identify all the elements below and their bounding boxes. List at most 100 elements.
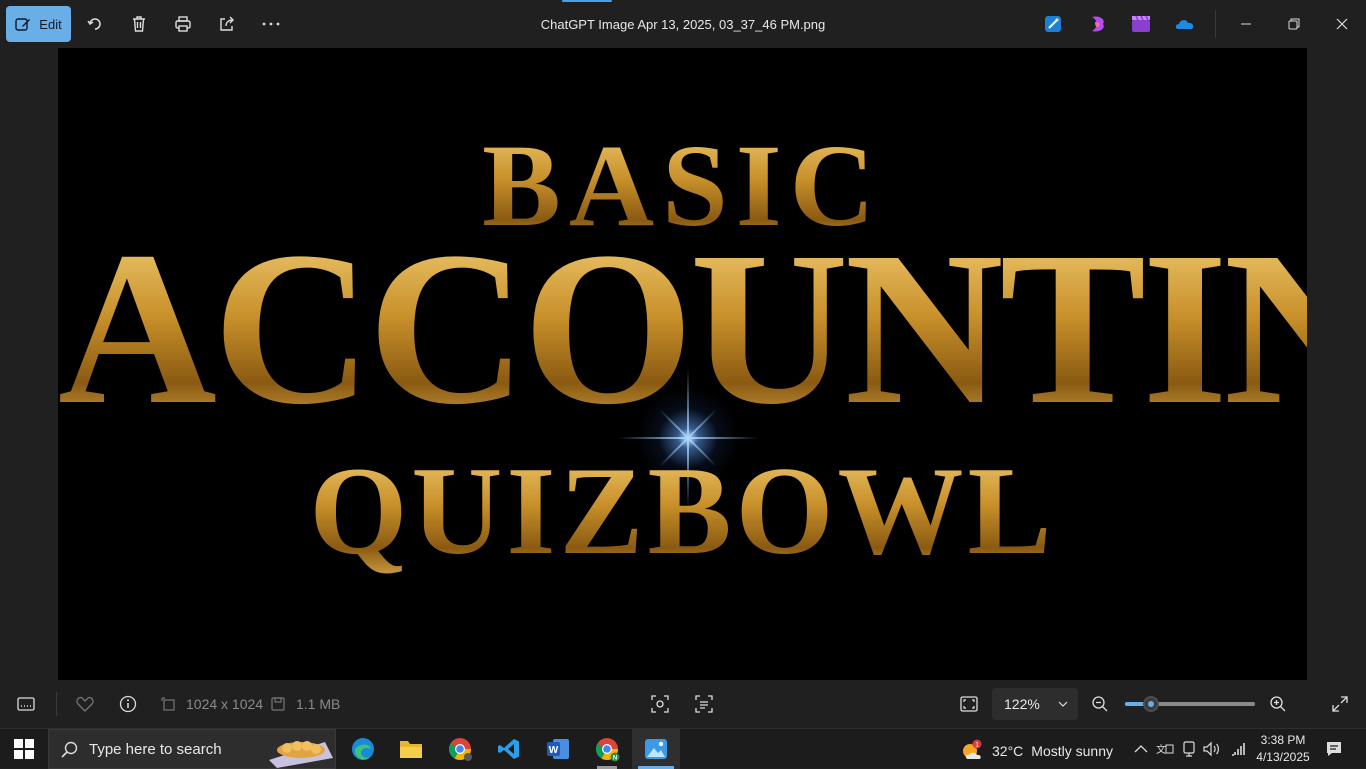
notifications-button[interactable] [1324, 739, 1344, 759]
title-bar-separator [1215, 10, 1216, 38]
ime-icon: 文 [1156, 743, 1174, 756]
chevron-up-icon [1134, 745, 1148, 753]
rotate-icon [87, 18, 101, 30]
fit-window-icon [960, 696, 978, 712]
delete-button[interactable] [125, 10, 153, 38]
zoom-out-icon [1092, 696, 1108, 712]
visual-search-button[interactable] [648, 692, 672, 716]
photos-icon [645, 739, 667, 759]
start-button[interactable] [14, 739, 34, 759]
rotate-button[interactable] [81, 10, 109, 38]
favorite-button[interactable] [73, 692, 97, 716]
chevron-down-icon [1058, 701, 1068, 707]
network-button[interactable] [1229, 740, 1247, 758]
dimensions-icon [158, 692, 178, 716]
minimize-icon [1241, 23, 1251, 25]
clipchamp-button[interactable] [1086, 12, 1110, 36]
search-highlight-bread-icon [269, 741, 333, 768]
bottom-toolbar: 1024 x 1024 1.1 MB 122% [0, 680, 1366, 728]
close-button[interactable] [1327, 10, 1357, 38]
wifi-signal-icon [1232, 743, 1245, 756]
clock-time: 3:38 PM [1260, 733, 1306, 747]
video-clapper-icon [1132, 15, 1150, 32]
minimize-button[interactable] [1231, 10, 1261, 38]
filmstrip-icon [17, 697, 35, 711]
print-button[interactable] [169, 10, 197, 38]
restore-button[interactable] [1279, 10, 1309, 38]
video-editor-button[interactable] [1129, 12, 1153, 36]
chrome-icon [449, 738, 472, 761]
taskbar-photos[interactable] [632, 729, 680, 769]
zoom-level-dropdown[interactable]: 122% [992, 688, 1078, 720]
weather-description: Mostly sunny [1031, 743, 1113, 759]
save-disk-icon [268, 692, 288, 716]
bottom-separator [56, 692, 57, 716]
taskbar-edge[interactable] [339, 729, 387, 769]
show-hidden-icons-button[interactable] [1132, 740, 1150, 758]
search-icon [61, 741, 78, 758]
weather-temperature: 32°C [992, 743, 1024, 759]
close-icon [1336, 18, 1348, 30]
more-options-button[interactable] [257, 10, 285, 38]
share-button[interactable] [213, 10, 241, 38]
zoom-slider[interactable] [1125, 696, 1255, 712]
designer-icon [1045, 16, 1061, 32]
taskbar-chrome-n[interactable]: N [583, 729, 631, 769]
system-clock[interactable]: 3:38 PM 4/13/2025 [1252, 732, 1314, 766]
onedrive-button[interactable] [1173, 12, 1197, 36]
photos-app-window: Edit ChatGPT Image Apr 13, 2025, 03_37_4… [0, 0, 1366, 728]
zoom-out-button[interactable] [1088, 692, 1112, 716]
onedrive-cloud-icon [1175, 20, 1194, 29]
fit-to-window-button[interactable] [957, 692, 981, 716]
zoom-slider-thumb[interactable] [1143, 696, 1159, 712]
file-size: 1.1 MB [296, 696, 341, 712]
edit-image-icon [15, 18, 31, 31]
image-creator-button[interactable] [1041, 12, 1065, 36]
file-info-button[interactable] [116, 692, 140, 716]
clipchamp-icon [1092, 16, 1104, 32]
volume-button[interactable] [1203, 740, 1221, 758]
language-button[interactable]: 文 [1156, 740, 1174, 758]
scan-text-button[interactable] [692, 692, 716, 716]
filmstrip-button[interactable] [14, 692, 38, 716]
image-canvas[interactable]: BASIC ACCOUNTING QUIZBOWL [58, 48, 1307, 680]
clock-date: 4/13/2025 [1256, 750, 1310, 764]
weather-alert-badge: 1 [975, 742, 979, 749]
weather-widget[interactable]: 1 32°C Mostly sunny [960, 739, 1113, 763]
edit-button[interactable]: Edit [6, 6, 71, 42]
speaker-icon [1203, 741, 1219, 757]
ellipsis-icon [262, 22, 280, 26]
svg-text:文: 文 [1156, 743, 1166, 756]
notification-center-icon [1327, 742, 1341, 756]
search-placeholder: Type here to search [89, 741, 222, 758]
partly-sunny-icon: 1 [963, 739, 982, 759]
folder-icon [400, 741, 422, 758]
image-text-quizbowl: QUIZBOWL [58, 440, 1307, 584]
expand-icon [1332, 696, 1348, 712]
restore-icon [1288, 18, 1300, 30]
image-dimensions: 1024 x 1024 [186, 696, 264, 712]
taskbar-search-box[interactable]: Type here to search [48, 729, 336, 769]
taskbar-file-explorer[interactable] [387, 729, 435, 769]
chrome-icon: N [596, 738, 620, 762]
device-icon [1183, 741, 1195, 757]
svg-text:W: W [549, 745, 559, 756]
share-icon [220, 16, 234, 31]
heart-icon [76, 696, 94, 712]
taskbar-chrome-profile[interactable] [436, 729, 484, 769]
meet-now-button[interactable] [1180, 740, 1198, 758]
word-icon: W [547, 739, 569, 759]
taskbar: Type here to search W N 1 32°C Mostly su… [0, 728, 1366, 769]
svg-text:N: N [613, 756, 617, 762]
taskbar-word[interactable]: W [534, 729, 582, 769]
trash-icon [133, 16, 145, 32]
zoom-in-icon [1270, 696, 1286, 712]
full-screen-button[interactable] [1328, 692, 1352, 716]
zoom-level-value: 122% [1004, 696, 1040, 712]
taskbar-vscode[interactable] [485, 729, 533, 769]
scan-text-icon [695, 695, 713, 713]
image-text-accounting: ACCOUNTING [58, 206, 1307, 450]
vscode-icon [498, 739, 519, 759]
zoom-in-button[interactable] [1266, 692, 1290, 716]
title-bar: Edit ChatGPT Image Apr 13, 2025, 03_37_4… [0, 0, 1366, 48]
